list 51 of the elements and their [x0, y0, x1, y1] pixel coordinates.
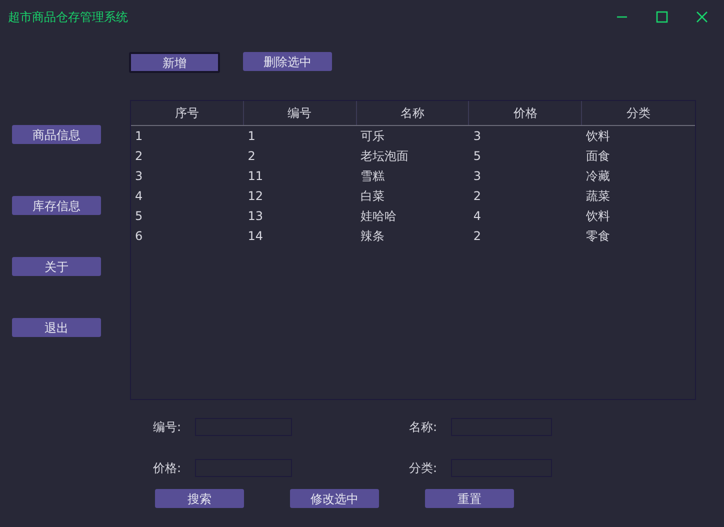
- sidebar-button[interactable]: 库存信息: [12, 196, 101, 215]
- maximize-icon[interactable]: [656, 11, 668, 23]
- table-cell-text: 2: [246, 148, 256, 165]
- column-header[interactable]: 编号: [244, 101, 357, 125]
- table-cell-text: 辣条: [360, 228, 386, 245]
- table-cell-text: 5: [134, 208, 144, 225]
- column-header[interactable]: 分类: [582, 101, 695, 125]
- field-label: 名称:: [409, 419, 438, 436]
- table-cell-text: 2: [134, 148, 144, 165]
- toolbar-button[interactable]: 删除选中: [243, 52, 332, 71]
- table-cell-text: 4: [472, 208, 482, 225]
- field-label: 分类:: [409, 460, 438, 477]
- table-cell-text: 零食: [585, 228, 612, 245]
- table-cell-text: 11: [246, 168, 264, 185]
- column-header[interactable]: 价格: [469, 101, 582, 125]
- table-cell-text: 13: [246, 208, 264, 225]
- form-button[interactable]: 修改选中: [290, 489, 379, 508]
- column-header[interactable]: 名称: [356, 101, 470, 125]
- table-cell-text: 老坛泡面: [360, 148, 410, 165]
- table-cell-text: 雪糕: [360, 168, 386, 185]
- table-cell-text: 12: [246, 188, 264, 205]
- table-cell-text: 4: [134, 188, 144, 205]
- field-label: 编号:: [153, 419, 182, 436]
- table-cell-text: 冷藏: [585, 168, 612, 185]
- table-cell-text: 1: [246, 128, 256, 145]
- sidebar-button[interactable]: 关于: [12, 257, 101, 276]
- table-cell-text: 5: [472, 148, 482, 165]
- window-title: 超市商品仓存管理系统: [8, 9, 128, 26]
- table-cell-text: 面食: [585, 148, 612, 165]
- close-icon[interactable]: [696, 11, 708, 23]
- table-cell-text: 14: [246, 228, 264, 245]
- table-cell-text: 6: [134, 228, 144, 245]
- table-cell-text: 饮料: [585, 208, 612, 225]
- table-cell-text: 2: [472, 228, 482, 245]
- table-cell-text: 3: [472, 128, 482, 145]
- table-cell-text: 3: [472, 168, 482, 185]
- form-button[interactable]: 搜索: [155, 489, 244, 508]
- field-label: 价格:: [153, 460, 182, 477]
- sidebar-button[interactable]: 退出: [12, 318, 101, 337]
- table-cell-text: 3: [134, 168, 144, 185]
- table-cell-text: 蔬菜: [585, 188, 612, 205]
- table-cell-text: 1: [134, 128, 144, 145]
- table-cell-text: 娃哈哈: [360, 208, 398, 225]
- table-cell-text: 饮料: [585, 128, 612, 145]
- sidebar-button[interactable]: 商品信息: [12, 125, 101, 144]
- table-cell-text: 可乐: [360, 128, 386, 145]
- form-button[interactable]: 重置: [425, 489, 514, 508]
- column-header[interactable]: 序号: [131, 101, 244, 125]
- table-cell-text: 白菜: [360, 188, 386, 205]
- toolbar-button[interactable]: 新增: [129, 52, 220, 73]
- table-cell-text: 2: [472, 188, 482, 205]
